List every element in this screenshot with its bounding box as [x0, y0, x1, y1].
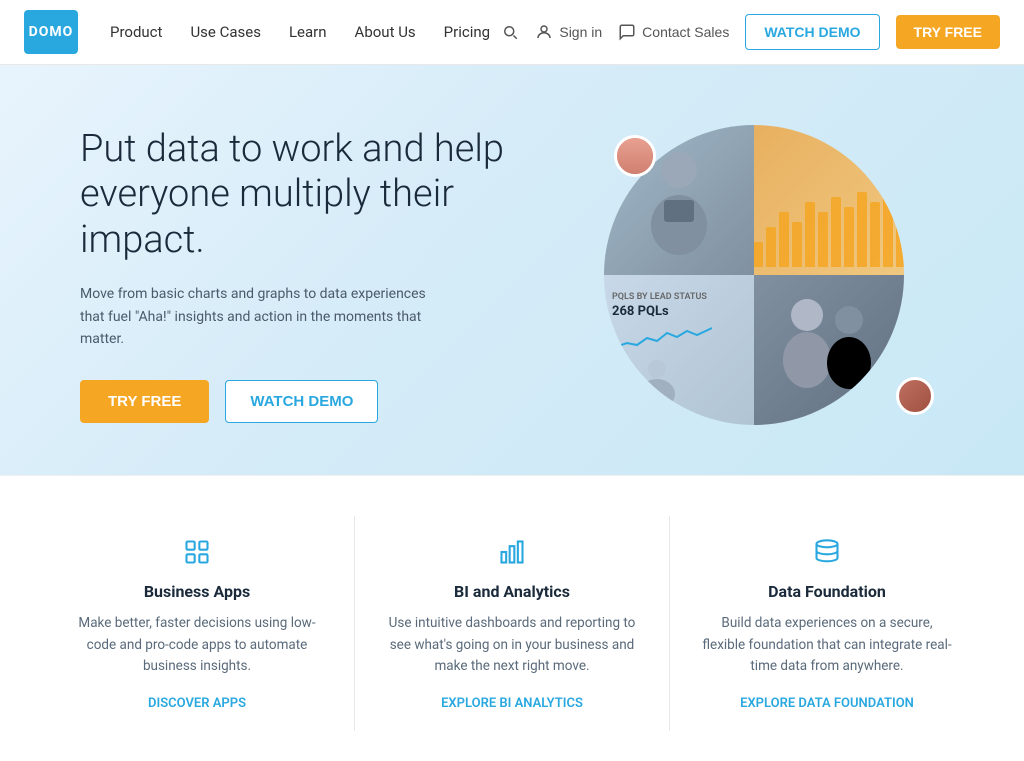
contact-sales-label: Contact Sales	[642, 24, 729, 40]
bar	[766, 227, 776, 267]
feature-desc-data-foundation: Build data experiences on a secure, flex…	[700, 613, 954, 678]
header: DOMO Product Use Cases Learn About Us Pr…	[0, 0, 1024, 65]
main-nav: Product Use Cases Learn About Us Pricing	[110, 23, 490, 41]
contact-sales-button[interactable]: Contact Sales	[618, 23, 729, 41]
quadrant-bar-chart	[754, 125, 904, 275]
bar	[818, 212, 828, 267]
photo-bar-chart	[754, 125, 904, 275]
bar	[792, 222, 802, 267]
feature-icon-business-apps	[181, 536, 213, 568]
nav-item-product[interactable]: Product	[110, 23, 162, 41]
search-icon	[501, 23, 519, 41]
nav-item-use-cases[interactable]: Use Cases	[190, 23, 261, 41]
hero-buttons: TRY FREE WATCH DEMO	[80, 380, 540, 423]
hero-title: Put data to work and help everyone multi…	[80, 127, 540, 264]
feature-card-data-foundation: Data Foundation Build data experiences o…	[670, 516, 984, 731]
header-try-free-button[interactable]: TRY FREE	[896, 15, 1000, 49]
bar-chart-visual	[754, 187, 904, 267]
feature-desc-bi-analytics: Use intuitive dashboards and reporting t…	[385, 613, 639, 678]
feature-card-business-apps: Business Apps Make better, faster decisi…	[40, 516, 355, 731]
hero-content: Put data to work and help everyone multi…	[80, 127, 540, 424]
feature-link-business-apps[interactable]: DISCOVER APPS	[148, 696, 246, 711]
feature-card-bi-analytics: BI and Analytics Use intuitive dashboard…	[355, 516, 670, 731]
header-watch-demo-button[interactable]: WATCH DEMO	[745, 14, 879, 50]
bar	[896, 197, 905, 267]
hero-try-free-button[interactable]: TRY FREE	[80, 380, 209, 423]
bar	[844, 207, 854, 267]
quadrant-chart-stats: PQLS BY LEAD STATUS 268 PQLs	[604, 275, 754, 425]
feature-link-data-foundation[interactable]: EXPLORE DATA FOUNDATION	[740, 696, 914, 711]
logo[interactable]: DOMO	[24, 10, 78, 54]
feature-title-bi-analytics: BI and Analytics	[385, 582, 639, 601]
bar	[754, 242, 763, 267]
feature-link-bi-analytics[interactable]: EXPLORE BI ANALYTICS	[441, 696, 583, 711]
avatar-face	[617, 138, 653, 174]
header-right: Sign in Contact Sales WATCH DEMO TRY FRE…	[501, 14, 1000, 50]
chart-label-text: PQLS BY LEAD STATUS	[612, 292, 707, 302]
sign-in-button[interactable]: Sign in	[535, 23, 602, 41]
bar	[883, 187, 893, 267]
bar	[870, 202, 880, 267]
photo-chart-stats: PQLS BY LEAD STATUS 268 PQLs	[604, 275, 754, 425]
hero-watch-demo-button[interactable]: WATCH DEMO	[225, 380, 378, 423]
photo-two-people	[754, 275, 904, 425]
mini-line-chart	[612, 323, 712, 353]
quadrant-two-people	[754, 275, 904, 425]
nav-item-learn[interactable]: Learn	[289, 23, 327, 41]
hero-section: Put data to work and help everyone multi…	[0, 65, 1024, 475]
person-standing-silhouette	[612, 359, 702, 409]
feature-title-data-foundation: Data Foundation	[700, 582, 954, 601]
feature-desc-business-apps: Make better, faster decisions using low-…	[70, 613, 324, 678]
header-left: DOMO Product Use Cases Learn About Us Pr…	[24, 10, 490, 54]
avatar-top-left	[614, 135, 656, 177]
chart-value-text: 268 PQLs	[612, 304, 669, 319]
feature-icon-bi-analytics	[496, 536, 528, 568]
nav-item-about-us[interactable]: About Us	[355, 23, 416, 41]
sign-in-label: Sign in	[559, 24, 602, 40]
logo-text: DOMO	[29, 24, 74, 40]
bar	[779, 212, 789, 267]
nav-item-pricing[interactable]: Pricing	[444, 23, 490, 41]
avatar-bottom-right	[896, 377, 934, 415]
bar	[831, 197, 841, 267]
features-section: Business Apps Make better, faster decisi…	[0, 475, 1024, 761]
hero-subtitle: Move from basic charts and graphs to dat…	[80, 283, 440, 350]
bar	[805, 202, 815, 267]
feature-icon-data-foundation	[811, 536, 843, 568]
user-icon	[535, 23, 553, 41]
feature-title-business-apps: Business Apps	[70, 582, 324, 601]
search-button[interactable]	[501, 23, 519, 41]
hero-visual: PQLS BY LEAD STATUS 268 PQLs	[604, 125, 944, 425]
two-people-silhouette	[769, 285, 889, 415]
bar	[857, 192, 867, 267]
chat-icon	[618, 23, 636, 41]
header-icons: Sign in Contact Sales	[501, 23, 729, 41]
